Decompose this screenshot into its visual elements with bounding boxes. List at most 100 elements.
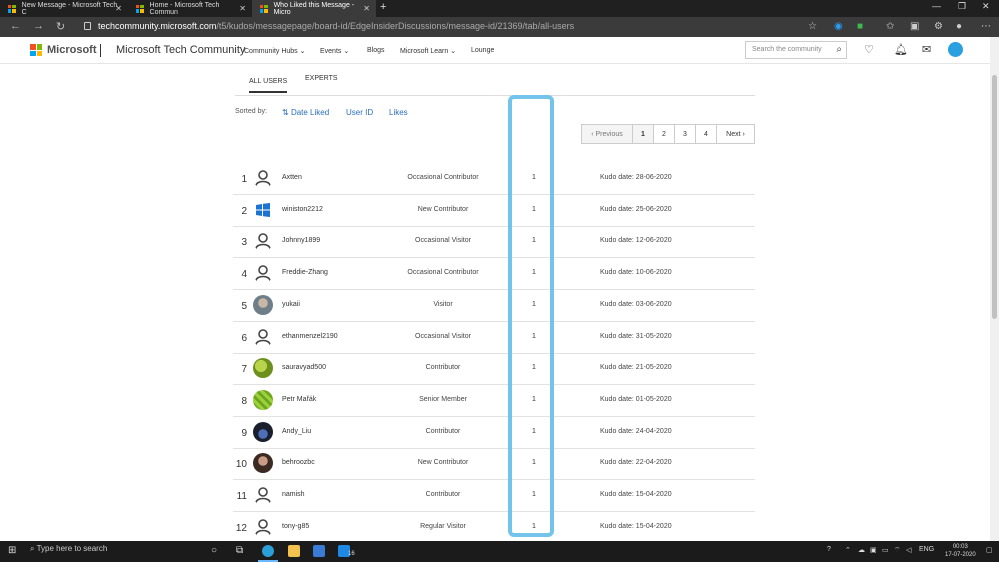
heart-icon[interactable]: ♡ (864, 43, 874, 56)
avatar[interactable] (948, 42, 963, 57)
user-name-link[interactable]: winiston2212 (282, 206, 323, 213)
help-icon[interactable]: ? (827, 546, 831, 553)
extension-check-icon[interactable]: ■ (857, 21, 863, 32)
avatar[interactable] (253, 326, 273, 347)
onedrive-icon[interactable]: ☁ (858, 546, 865, 554)
windows-start-icon[interactable]: ⊞ (8, 545, 16, 556)
user-name-link[interactable]: Andy_Liu (282, 428, 311, 435)
browser-tab-active[interactable]: Who Liked this Message - Micro ✕ (252, 0, 376, 17)
search-input[interactable]: Search the community ⌕ (745, 41, 847, 59)
nav-events[interactable]: Events ⌄ (320, 47, 349, 55)
close-window-icon[interactable]: ✕ (982, 1, 990, 12)
favorites-icon[interactable]: ✩ (886, 21, 894, 32)
pagination-page-4[interactable]: 4 (695, 124, 717, 144)
extension-icon[interactable]: ◉ (834, 21, 843, 32)
user-name-link[interactable]: Freddie-Zhang (282, 269, 328, 276)
sort-option-label: Date Liked (290, 108, 330, 117)
clock[interactable]: 00:03 17-07-2020 (945, 543, 976, 559)
minimize-icon[interactable]: — (932, 1, 941, 11)
avatar[interactable] (253, 168, 273, 188)
header-divider (100, 44, 101, 57)
tray-app-icon[interactable]: ▣ (870, 546, 877, 554)
avatar[interactable] (253, 389, 273, 410)
nav-blogs[interactable]: Blogs (367, 47, 385, 54)
volume-icon[interactable]: ◁ (906, 546, 911, 554)
kudo-date: Kudo date: 10-06-2020 (600, 269, 672, 277)
user-name-link[interactable]: ethanmenzel2190 (282, 333, 338, 340)
close-tab-icon[interactable]: ✕ (239, 4, 246, 13)
avatar[interactable] (253, 294, 273, 315)
bell-icon[interactable]: 🔔︎ (894, 43, 908, 56)
search-icon[interactable]: ⌕ (836, 44, 842, 55)
avatar[interactable] (253, 358, 273, 379)
favorite-star-icon[interactable]: ☆ (808, 21, 817, 32)
user-name-link[interactable]: Axtten (282, 174, 302, 181)
avatar[interactable] (253, 485, 273, 505)
tab-experts[interactable]: EXPERTS (305, 75, 338, 82)
mail-icon[interactable]: ✉ (922, 43, 931, 56)
user-name-link[interactable]: behroozbc (282, 459, 315, 466)
back-icon[interactable]: ← (10, 20, 21, 32)
user-name-link[interactable]: Petr Mařák (282, 396, 316, 403)
edge-browser-icon[interactable] (262, 545, 274, 557)
avatar[interactable] (253, 516, 273, 537)
kudo-date: Kudo date: 03-06-2020 (600, 300, 672, 308)
network-icon[interactable]: ⌔ (894, 546, 901, 555)
user-rank: Regular Visitor (420, 522, 466, 530)
user-name-link[interactable]: namish (282, 491, 305, 498)
avatar[interactable] (253, 199, 273, 220)
pagination-next[interactable]: Next › (716, 124, 755, 144)
more-menu-icon[interactable]: ⋯ (981, 21, 991, 32)
sort-likes[interactable]: Likes (389, 108, 408, 117)
microsoft-logo-icon[interactable] (30, 44, 42, 56)
browser-tab[interactable]: Home - Microsoft Tech Commun ✕ (128, 0, 252, 17)
avatar[interactable] (253, 231, 273, 252)
battery-icon[interactable]: ▭ (882, 546, 889, 554)
table-row: 6 ethanmenzel2190 Occasional Visitor 1 Kudo … (233, 322, 755, 354)
maximize-icon[interactable]: ❐ (958, 1, 966, 12)
profile-icon[interactable]: ● (956, 21, 962, 32)
kudo-date: Kudo date: 21-05-2020 (600, 364, 672, 372)
store-icon[interactable] (313, 545, 325, 557)
nav-lounge[interactable]: Lounge (471, 47, 494, 54)
url-field[interactable]: techcommunity.microsoft.com/t5/kudos/mes… (98, 21, 574, 31)
tab-all-users[interactable]: ALL USERS (249, 78, 288, 93)
avatar[interactable] (253, 421, 273, 442)
user-name-link[interactable]: tony-g85 (282, 523, 309, 530)
close-tab-icon[interactable]: ✕ (115, 4, 122, 13)
new-tab-icon[interactable]: + (380, 1, 386, 13)
sort-user-id[interactable]: User ID (346, 108, 373, 117)
site-title[interactable]: Microsoft Tech Community (116, 44, 245, 56)
taskbar-search[interactable]: ⌕ Type here to search (30, 544, 107, 554)
user-name-link[interactable]: Johnny1899 (282, 237, 320, 244)
nav-microsoft-learn[interactable]: Microsoft Learn ⌄ (400, 47, 456, 55)
likes-count: 1 (532, 459, 536, 467)
user-name-link[interactable]: sauravyad500 (282, 364, 326, 371)
kudo-date: Kudo date: 12-06-2020 (600, 237, 672, 245)
pagination-page-1[interactable]: 1 (632, 124, 654, 144)
pagination-page-3[interactable]: 3 (674, 124, 696, 144)
microsoft-brand[interactable]: Microsoft (47, 44, 97, 56)
pagination-page-2[interactable]: 2 (653, 124, 675, 144)
avatar[interactable] (253, 453, 273, 474)
table-row: 9 Andy_Liu Contributor 1 Kudo date: 24-04-20… (233, 417, 755, 449)
sort-date-liked[interactable]: ⇅ Date Liked (282, 108, 329, 117)
task-view-icon[interactable]: ⧉ (236, 545, 243, 556)
user-name-link[interactable]: yukaii (282, 301, 300, 308)
notification-center-icon[interactable]: ▢ (986, 546, 993, 554)
settings-icon[interactable]: ⚙ (934, 21, 943, 32)
scrollbar-thumb[interactable] (992, 75, 997, 319)
lock-icon[interactable] (84, 22, 91, 30)
avatar[interactable] (253, 263, 273, 284)
cortana-icon[interactable]: ○ (211, 545, 217, 556)
nav-community-hubs[interactable]: Community Hubs ⌄ (244, 47, 306, 55)
chevron-up-icon[interactable]: ⌃ (845, 546, 851, 554)
close-tab-icon[interactable]: ✕ (363, 4, 370, 13)
collections-icon[interactable]: ▣ (910, 21, 919, 32)
language-indicator[interactable]: ENG (919, 546, 934, 553)
browser-tab[interactable]: New Message - Microsoft Tech C ✕ (0, 0, 128, 17)
pagination-previous[interactable]: ‹ Previous (581, 124, 633, 144)
forward-icon[interactable]: → (33, 20, 44, 32)
reload-icon[interactable]: ↻ (56, 20, 65, 33)
file-explorer-icon[interactable] (288, 545, 300, 557)
